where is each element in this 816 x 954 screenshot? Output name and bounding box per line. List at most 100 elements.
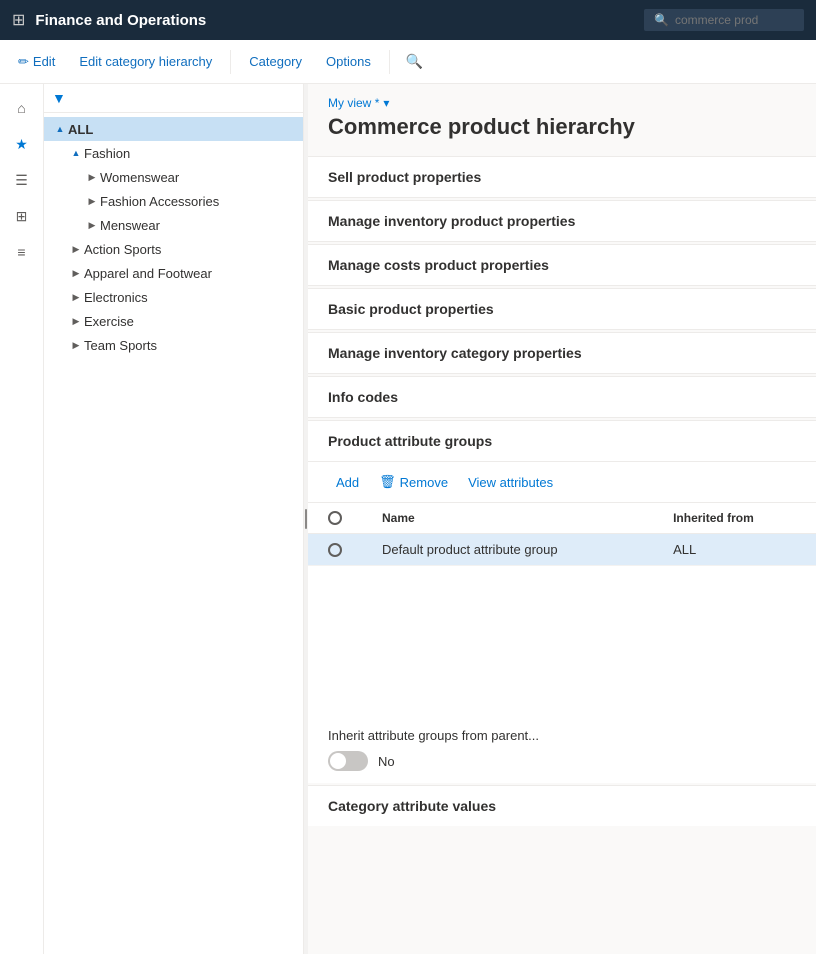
remove-attr-button[interactable]: 🗑 Remove [371, 470, 456, 494]
tree-label-team-sports: Team Sports [84, 338, 157, 353]
chevron-all: ▲ [52, 121, 68, 137]
tree-label-fashion: Fashion [84, 146, 130, 161]
tree-label-all: ALL [68, 122, 93, 137]
view-attributes-button[interactable]: View attributes [460, 471, 561, 494]
chevron-menswear: ▶ [84, 217, 100, 233]
search-icon: 🔍 [654, 13, 669, 27]
table-row[interactable]: Default product attribute group ALL [308, 534, 816, 566]
category-button[interactable]: Category [239, 48, 312, 75]
tree-label-electronics: Electronics [84, 290, 148, 305]
chevron-apparel-footwear: ▶ [68, 265, 84, 281]
separator-1 [230, 50, 231, 74]
tree-item-electronics[interactable]: ▶ Electronics [44, 285, 303, 309]
edit-category-hierarchy-button[interactable]: Edit category hierarchy [69, 48, 222, 75]
section-manage-inventory-product[interactable]: Manage inventory product properties [308, 200, 816, 242]
view-attributes-label: View attributes [468, 475, 553, 490]
commandbar-search-icon[interactable]: 🔍 [398, 47, 431, 76]
tree-item-action-sports[interactable]: ▶ Action Sports [44, 237, 303, 261]
edit-label: Edit [33, 54, 55, 69]
inherit-section: Inherit attribute groups from parent... … [308, 716, 816, 783]
section-sell-title: Sell product properties [328, 169, 481, 185]
tree-item-fashion-accessories[interactable]: ▶ Fashion Accessories [44, 189, 303, 213]
tree-label-apparel-footwear: Apparel and Footwear [84, 266, 212, 281]
tree-item-menswear[interactable]: ▶ Menswear [44, 213, 303, 237]
content-panel: My view * ▾ Commerce product hierarchy S… [308, 84, 816, 954]
section-sell-product-properties[interactable]: Sell product properties [308, 156, 816, 198]
remove-label: Remove [400, 475, 448, 490]
app-title: Finance and Operations [35, 12, 634, 29]
grid-menu-icon[interactable]: ⊞ [12, 10, 25, 30]
tree-label-fashion-accessories: Fashion Accessories [100, 194, 219, 209]
add-attr-button[interactable]: Add [328, 471, 367, 494]
attr-section-title: Product attribute groups [328, 433, 492, 449]
sidebar-item-grid[interactable]: ⊞ [6, 200, 38, 232]
tree-item-all[interactable]: ▲ ALL [44, 117, 303, 141]
section-inv-category-title: Manage inventory category properties [328, 345, 582, 361]
toggle-row: No [328, 751, 796, 771]
section-manage-inventory-category[interactable]: Manage inventory category properties [308, 332, 816, 374]
chevron-team-sports: ▶ [68, 337, 84, 353]
tree-item-apparel-footwear[interactable]: ▶ Apparel and Footwear [44, 261, 303, 285]
attr-table: Name Inherited from Default product attr… [308, 503, 816, 566]
view-chevron-icon: ▾ [383, 96, 389, 110]
cat-attr-title: Category attribute values [328, 798, 496, 814]
tree-item-team-sports[interactable]: ▶ Team Sports [44, 333, 303, 357]
options-label: Options [326, 54, 371, 69]
tree-label-action-sports: Action Sports [84, 242, 161, 257]
section-inv-product-title: Manage inventory product properties [328, 213, 575, 229]
section-costs-title: Manage costs product properties [328, 257, 549, 273]
search-box[interactable]: 🔍 [644, 9, 804, 31]
page-title: Commerce product hierarchy [308, 114, 816, 156]
tree-item-womenswear[interactable]: ▶ Womenswear [44, 165, 303, 189]
resize-handle[interactable] [304, 84, 308, 954]
attr-section-header[interactable]: Product attribute groups [308, 421, 816, 462]
tree-content: ▲ ALL ▲ Fashion ▶ Womenswear ▶ Fashion A… [44, 113, 303, 954]
tree-label-womenswear: Womenswear [100, 170, 179, 185]
separator-2 [389, 50, 390, 74]
tree-item-fashion[interactable]: ▲ Fashion [44, 141, 303, 165]
edit-button[interactable]: ✏ Edit [8, 48, 65, 76]
commandbar: ✏ Edit Edit category hierarchy Category … [0, 40, 816, 84]
topbar: ⊞ Finance and Operations 🔍 [0, 0, 816, 40]
options-button[interactable]: Options [316, 48, 381, 75]
chevron-fashion: ▲ [68, 145, 84, 161]
sidebar-item-home[interactable]: ⌂ [6, 92, 38, 124]
chevron-exercise: ▶ [68, 313, 84, 329]
sidebar-item-list[interactable]: ≡ [6, 236, 38, 268]
trash-icon: 🗑 [379, 474, 396, 490]
search-input[interactable] [675, 13, 795, 27]
section-basic-title: Basic product properties [328, 301, 494, 317]
chevron-electronics: ▶ [68, 289, 84, 305]
section-info-codes[interactable]: Info codes [308, 376, 816, 418]
add-label: Add [336, 475, 359, 490]
section-manage-costs-product[interactable]: Manage costs product properties [308, 244, 816, 286]
cat-attr-header[interactable]: Category attribute values [308, 786, 816, 826]
inherit-label: Inherit attribute groups from parent... [328, 728, 796, 743]
tree-item-exercise[interactable]: ▶ Exercise [44, 309, 303, 333]
chevron-action-sports: ▶ [68, 241, 84, 257]
section-basic-product[interactable]: Basic product properties [308, 288, 816, 330]
tree-label-exercise: Exercise [84, 314, 134, 329]
sidebar-item-lines[interactable]: ☰ [6, 164, 38, 196]
tree-toolbar: ▼ [44, 84, 303, 113]
edit-category-hierarchy-label: Edit category hierarchy [79, 54, 212, 69]
row-radio-cell [308, 534, 362, 566]
sidebar-item-star[interactable]: ★ [6, 128, 38, 160]
header-radio [328, 511, 342, 525]
inherit-toggle[interactable] [328, 751, 368, 771]
chevron-fashion-accessories: ▶ [84, 193, 100, 209]
category-attr-values-section: Category attribute values [308, 785, 816, 826]
col-name: Name [362, 503, 653, 534]
view-label-row[interactable]: My view * ▾ [308, 84, 816, 114]
col-inherited-from: Inherited from [653, 503, 816, 534]
col-radio [308, 503, 362, 534]
attr-toolbar: Add 🗑 Remove View attributes [308, 462, 816, 503]
attr-group-name: Default product attribute group [362, 534, 653, 566]
product-attribute-groups-section: Product attribute groups Add 🗑 Remove Vi… [308, 420, 816, 783]
attr-table-header-row: Name Inherited from [308, 503, 816, 534]
row-radio [328, 543, 342, 557]
tree-panel: ▼ ▲ ALL ▲ Fashion ▶ Womenswear ▶ Fashion… [44, 84, 304, 954]
filter-icon[interactable]: ▼ [52, 90, 66, 106]
edit-icon: ✏ [18, 54, 29, 70]
section-info-codes-title: Info codes [328, 389, 398, 405]
